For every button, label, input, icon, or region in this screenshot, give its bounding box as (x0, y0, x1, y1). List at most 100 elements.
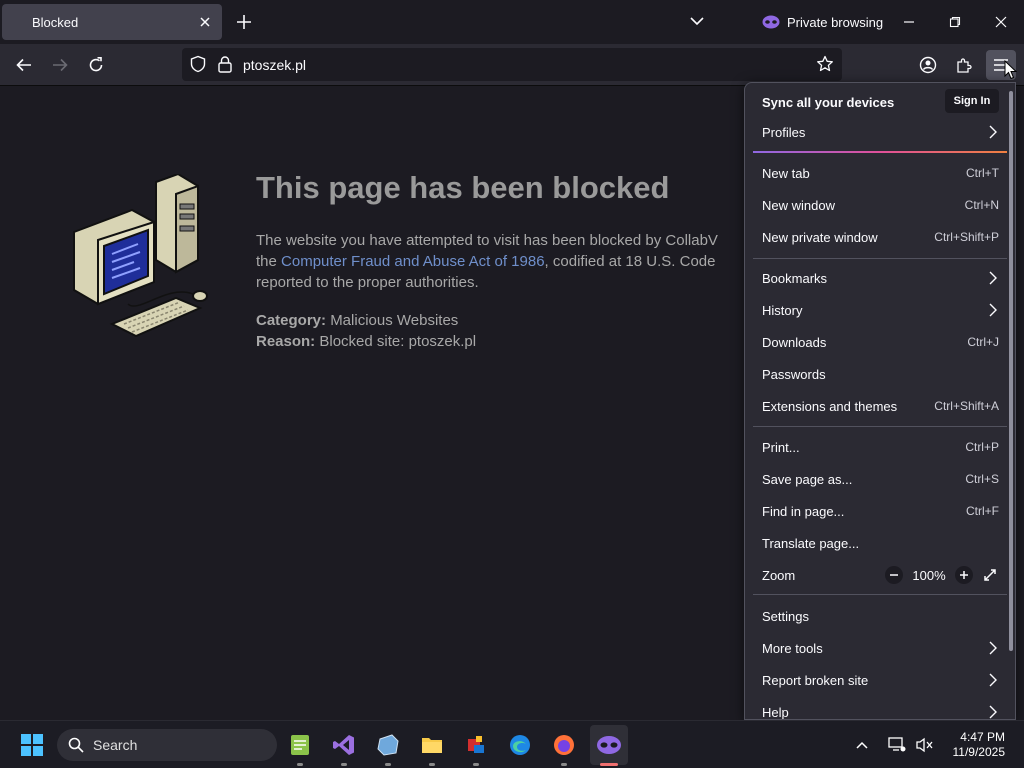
accent-separator (753, 151, 1007, 153)
category-label: Category: (256, 312, 327, 329)
menu-item-save-page[interactable]: Save page as... Ctrl+S (753, 464, 1007, 494)
menu-item-help[interactable]: Help (753, 697, 1007, 719)
new-tab-icon[interactable] (234, 12, 254, 32)
minus-icon (890, 574, 898, 576)
menu-item-profiles[interactable]: Profiles (753, 117, 1007, 147)
private-mask-icon (762, 15, 780, 29)
page-title: This page has been blocked (256, 170, 670, 205)
firefox-icon[interactable] (548, 729, 580, 761)
url-bar[interactable]: ptoszek.pl (182, 48, 842, 81)
menu-item-passwords[interactable]: Passwords (753, 359, 1007, 389)
visual-studio-icon[interactable] (328, 729, 360, 761)
sync-label: Sync all your devices (762, 94, 895, 110)
taskbar-search-box[interactable]: Search (57, 729, 277, 761)
reload-icon[interactable] (84, 53, 108, 77)
url-text[interactable]: ptoszek.pl (243, 57, 306, 73)
separator (753, 258, 1007, 259)
chevron-right-icon (989, 673, 997, 687)
chevron-right-icon (989, 641, 997, 655)
reason-value: Blocked site: ptoszek.pl (319, 333, 477, 350)
menu-item-new-window[interactable]: New window Ctrl+N (753, 190, 1007, 220)
cfaa-link[interactable]: Computer Fraud and Abuse Act of 1986 (281, 253, 545, 270)
menu-item-more-tools[interactable]: More tools (753, 633, 1007, 663)
show-hidden-icons-chevron-up-icon[interactable] (852, 729, 872, 761)
sign-in-button[interactable]: Sign In (945, 89, 999, 113)
lock-icon[interactable] (217, 55, 233, 78)
tab-title: Blocked (32, 14, 79, 30)
explanation-line-1: The website you have attempted to visit … (256, 232, 718, 249)
menu-item-settings[interactable]: Settings (753, 601, 1007, 631)
back-icon[interactable] (12, 53, 36, 77)
volume-muted-icon[interactable] (914, 729, 936, 761)
menu-item-extensions[interactable]: Extensions and themes Ctrl+Shift+A (753, 391, 1007, 421)
zoom-in-button[interactable] (955, 566, 973, 584)
close-tab-icon[interactable] (196, 13, 214, 31)
close-window-icon[interactable] (989, 10, 1013, 34)
edge-browser-icon[interactable] (504, 729, 536, 761)
minimize-icon[interactable] (897, 10, 921, 34)
virtualbox-icon[interactable] (372, 729, 404, 761)
clock-date: 11/9/2025 (952, 745, 1006, 759)
app-launcher-icon[interactable] (460, 729, 492, 761)
chevron-right-icon (989, 303, 997, 317)
notepad-app-icon[interactable] (284, 729, 316, 761)
fullscreen-icon (984, 569, 996, 581)
extensions-puzzle-icon[interactable] (952, 53, 976, 77)
running-indicator (297, 763, 303, 766)
navigation-toolbar: ptoszek.pl (0, 44, 1024, 86)
running-indicator (429, 763, 435, 766)
restore-icon[interactable] (943, 10, 967, 34)
plus-icon (960, 571, 968, 579)
menu-item-report-broken-site[interactable]: Report broken site (753, 665, 1007, 695)
block-details: Category: Malicious Websites Reason: Blo… (256, 310, 476, 352)
fullscreen-button[interactable] (981, 566, 999, 584)
running-indicator (341, 763, 347, 766)
chevron-right-icon (989, 125, 997, 139)
windows-logo-icon (21, 734, 43, 756)
menu-item-find-in-page[interactable]: Find in page... Ctrl+F (753, 496, 1007, 526)
tab-bar: Blocked Private browsing (0, 0, 1024, 44)
explanation-the: the (256, 253, 282, 270)
reason-label: Reason: (256, 333, 316, 350)
app-menu-panel: Sync all your devices Sign In Profiles N… (744, 82, 1016, 720)
menu-item-history[interactable]: History (753, 295, 1007, 325)
running-indicator (473, 763, 479, 766)
firefox-private-icon[interactable] (590, 725, 628, 765)
zoom-controls: 100% (885, 560, 999, 590)
tracking-protection-shield-icon[interactable] (189, 55, 207, 78)
network-icon[interactable] (886, 729, 908, 761)
forward-icon[interactable] (48, 53, 72, 77)
computer-illustration (73, 174, 208, 338)
mouse-cursor-icon (1004, 60, 1018, 80)
separator (753, 426, 1007, 427)
bookmark-star-icon[interactable] (816, 55, 834, 78)
system-clock[interactable]: 4:47 PM 11/9/2025 (953, 730, 1006, 760)
taskbar: Search 4:47 PM 11/9/2025 (0, 720, 1024, 768)
chevron-right-icon (989, 705, 997, 719)
menu-item-print[interactable]: Print... Ctrl+P (753, 432, 1007, 462)
menu-item-new-private-window[interactable]: New private window Ctrl+Shift+P (753, 222, 1007, 252)
search-placeholder: Search (93, 737, 138, 753)
category-value: Malicious Websites (330, 312, 459, 329)
zoom-level[interactable]: 100% (911, 568, 947, 583)
menu-item-bookmarks[interactable]: Bookmarks (753, 263, 1007, 293)
running-indicator (561, 763, 567, 766)
file-explorer-icon[interactable] (416, 729, 448, 761)
menu-scrollbar[interactable] (1009, 91, 1013, 651)
explanation-codified: , codified at 18 U.S. Code (544, 253, 716, 270)
account-icon[interactable] (916, 53, 940, 77)
zoom-out-button[interactable] (885, 566, 903, 584)
menu-item-translate[interactable]: Translate page... (753, 528, 1007, 558)
private-browsing-indicator: Private browsing (762, 12, 883, 32)
active-app-indicator (600, 763, 618, 766)
list-all-tabs-icon[interactable] (688, 12, 706, 30)
clock-time: 4:47 PM (960, 730, 1005, 744)
menu-item-downloads[interactable]: Downloads Ctrl+J (753, 327, 1007, 357)
running-indicator (385, 763, 391, 766)
menu-item-new-tab[interactable]: New tab Ctrl+T (753, 158, 1007, 188)
separator (753, 594, 1007, 595)
explanation-line-3: reported to the proper authorities. (256, 274, 479, 291)
start-button[interactable] (16, 729, 48, 761)
search-icon (68, 737, 84, 753)
tab-blocked[interactable]: Blocked (2, 4, 222, 40)
